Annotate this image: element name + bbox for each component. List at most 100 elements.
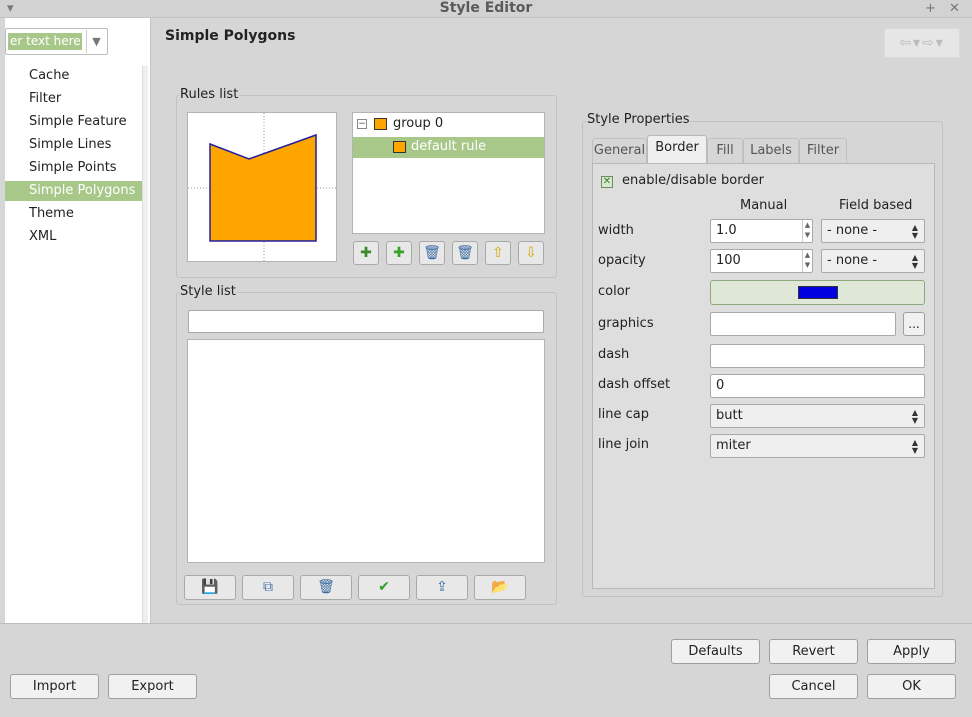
width-label: width xyxy=(598,223,634,238)
revert-button[interactable]: Revert xyxy=(769,639,858,664)
group-color-swatch-icon xyxy=(374,118,387,130)
chevron-down-icon[interactable]: ▼ xyxy=(86,30,106,53)
trash-all-icon: 🗑 xyxy=(456,245,474,261)
sidebar-item-simple-feature[interactable]: Simple Feature xyxy=(5,112,148,132)
tab-general[interactable]: General xyxy=(592,138,647,163)
opacity-field-value: - none - xyxy=(827,253,878,268)
opacity-spinbox[interactable]: 100 ▲ ▼ xyxy=(710,249,813,273)
window-title: Style Editor xyxy=(439,0,533,16)
tree-item-group[interactable]: group 0 xyxy=(393,116,443,131)
delete-rule-button[interactable]: 🗑 xyxy=(419,241,445,265)
line-cap-label: line cap xyxy=(598,407,649,422)
export-style-button[interactable]: ⇪ xyxy=(416,575,468,600)
spin-arrows-icon[interactable]: ▲ ▼ xyxy=(802,250,812,272)
width-value: 1.0 xyxy=(716,223,737,238)
ok-button[interactable]: OK xyxy=(867,674,956,699)
plus-icon: ✚ xyxy=(393,245,405,261)
back-arrow-icon[interactable]: ⇦▾ xyxy=(899,35,922,51)
sidebar-item-cache[interactable]: Cache xyxy=(5,66,148,86)
move-up-button[interactable]: ⇧ xyxy=(485,241,511,265)
page-title: Simple Polygons xyxy=(165,28,296,44)
delete-style-button[interactable]: 🗑 xyxy=(300,575,352,600)
sidebar-item-simple-polygons[interactable]: Simple Polygons xyxy=(5,181,148,201)
color-picker-button[interactable] xyxy=(710,280,925,305)
export-button[interactable]: Export xyxy=(108,674,197,699)
add-sub-icon: ✚ xyxy=(360,245,372,261)
sidebar-item-xml[interactable]: XML xyxy=(5,227,148,247)
line-join-select[interactable]: miter ▲ ▼ xyxy=(710,434,925,458)
graphics-input[interactable] xyxy=(710,312,896,336)
import-button[interactable]: Import xyxy=(10,674,99,699)
footer-divider xyxy=(0,623,972,624)
width-field-select[interactable]: - none - ▲ ▼ xyxy=(821,219,925,243)
delete-all-rules-button[interactable]: 🗑 xyxy=(452,241,478,265)
opacity-field-select[interactable]: - none - ▲ ▼ xyxy=(821,249,925,273)
opacity-label: opacity xyxy=(598,253,646,268)
spin-arrows-icon[interactable]: ▲ ▼ xyxy=(802,220,812,242)
collapse-toggle-icon[interactable]: − xyxy=(357,119,367,129)
rules-tree[interactable]: − group 0 default rule xyxy=(352,112,545,234)
maximize-icon[interactable]: + xyxy=(925,1,936,17)
style-properties-label: Style Properties xyxy=(586,112,691,127)
rules-list-label: Rules list xyxy=(179,87,240,102)
apply-button[interactable]: Apply xyxy=(867,639,956,664)
close-icon[interactable]: ✕ xyxy=(949,1,960,17)
color-label: color xyxy=(598,284,631,299)
export-icon: ⇪ xyxy=(436,579,448,595)
sidebar-item-simple-points[interactable]: Simple Points xyxy=(5,158,148,178)
save-style-button[interactable]: 💾 xyxy=(184,575,236,600)
opacity-value: 100 xyxy=(716,253,741,268)
forward-arrow-icon[interactable]: ⇨▾ xyxy=(922,35,945,51)
move-down-button[interactable]: ⇩ xyxy=(518,241,544,265)
sidebar-filter-input[interactable]: er text here xyxy=(8,33,82,50)
tab-filter[interactable]: Filter xyxy=(799,138,847,163)
sidebar-filter-combo[interactable]: er text here ▼ xyxy=(5,28,108,55)
folder-open-icon: 📂 xyxy=(491,579,509,595)
rule-preview xyxy=(187,112,337,262)
line-cap-select[interactable]: butt ▲ ▼ xyxy=(710,404,925,428)
field-based-header: Field based xyxy=(839,198,913,213)
apply-style-button[interactable]: ✔ xyxy=(358,575,410,600)
dash-label: dash xyxy=(598,347,630,362)
tab-border[interactable]: Border xyxy=(647,135,707,163)
sidebar-item-simple-lines[interactable]: Simple Lines xyxy=(5,135,148,155)
dash-offset-input[interactable]: 0 xyxy=(710,374,925,398)
dash-input[interactable] xyxy=(710,344,925,368)
sidebar-scrollbar[interactable] xyxy=(142,66,148,623)
trash-icon: 🗑 xyxy=(317,579,335,595)
tab-labels[interactable]: Labels xyxy=(743,138,799,163)
sidebar-item-theme[interactable]: Theme xyxy=(5,204,148,224)
manual-header: Manual xyxy=(740,198,788,213)
style-name-input[interactable] xyxy=(188,310,544,333)
line-join-label: line join xyxy=(598,437,650,452)
tree-item-rule[interactable]: default rule xyxy=(411,139,486,154)
dash-offset-label: dash offset xyxy=(598,377,671,392)
line-cap-value: butt xyxy=(716,408,743,423)
tab-fill[interactable]: Fill xyxy=(707,138,743,163)
trash-icon: 🗑 xyxy=(423,245,441,261)
defaults-button[interactable]: Defaults xyxy=(671,639,760,664)
polygon-preview xyxy=(188,113,336,261)
style-list-label: Style list xyxy=(179,284,237,299)
arrow-up-icon: ⇧ xyxy=(492,245,504,261)
sidebar-item-filter[interactable]: Filter xyxy=(5,89,148,109)
save-as-style-button[interactable]: ⧉ xyxy=(242,575,294,600)
style-list[interactable] xyxy=(187,339,545,563)
combo-arrows-icon: ▲ ▼ xyxy=(911,408,919,425)
check-icon: ✔ xyxy=(378,579,390,595)
combo-arrows-icon: ▲ ▼ xyxy=(911,253,919,270)
open-style-button[interactable]: 📂 xyxy=(474,575,526,600)
graphics-browse-button[interactable]: ... xyxy=(903,312,925,336)
width-field-value: - none - xyxy=(827,223,878,238)
width-spinbox[interactable]: 1.0 ▲ ▼ xyxy=(710,219,813,243)
color-swatch xyxy=(798,286,838,299)
cancel-button[interactable]: Cancel xyxy=(769,674,858,699)
enable-border-label: enable/disable border xyxy=(622,173,764,188)
rule-color-swatch-icon xyxy=(393,141,406,153)
save-as-icon: ⧉ xyxy=(263,579,273,595)
history-nav-buttons[interactable]: ⇦▾⇨▾ xyxy=(884,28,960,58)
enable-border-checkbox[interactable]: ✕ xyxy=(601,176,613,188)
save-icon: 💾 xyxy=(201,579,219,595)
add-rule-button[interactable]: ✚ xyxy=(386,241,412,265)
add-rule-to-group-button[interactable]: ✚ xyxy=(353,241,379,265)
